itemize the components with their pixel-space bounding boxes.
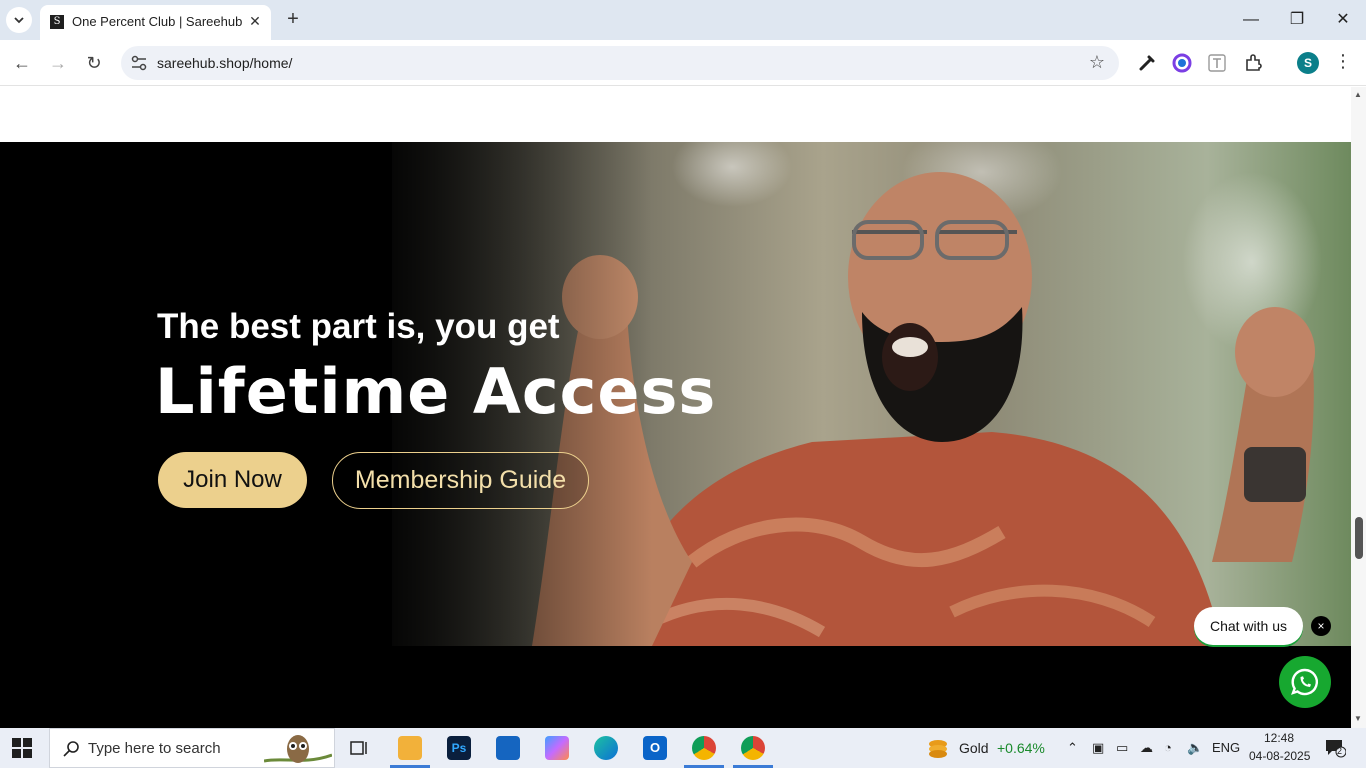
- network-adapter-icon[interactable]: ▭: [1116, 740, 1128, 756]
- restore-button[interactable]: ❐: [1282, 8, 1312, 32]
- clock-date[interactable]: 04-08-2025: [1249, 749, 1310, 763]
- hero-title: Lifetime Access: [155, 355, 717, 428]
- browser-menu-icon[interactable]: ⋮: [1334, 51, 1352, 72]
- address-bar[interactable]: sareehub.shop/home/ ☆: [121, 46, 1119, 80]
- join-now-button[interactable]: Join Now: [158, 452, 307, 508]
- windows-taskbar: Type here to search Ps O Gold +0.64% ⌃ ▣…: [0, 728, 1366, 768]
- notification-count: 2: [1337, 746, 1343, 756]
- chrome-profile-1-icon[interactable]: [692, 736, 716, 760]
- minimize-button[interactable]: —: [1236, 8, 1266, 32]
- whatsapp-icon: [1291, 668, 1318, 696]
- hero-subtitle: The best part is, you get: [157, 307, 560, 346]
- new-tab-button[interactable]: +: [282, 8, 304, 30]
- language-indicator[interactable]: ENG: [1212, 740, 1240, 755]
- taskbar-search-box[interactable]: Type here to search: [49, 728, 335, 768]
- scroll-thumb[interactable]: [1355, 517, 1363, 559]
- notification-center-icon[interactable]: 2: [1324, 738, 1347, 758]
- scroll-up-arrow-icon[interactable]: ▲: [1354, 90, 1362, 99]
- file-explorer-icon[interactable]: [398, 736, 422, 760]
- site-settings-icon[interactable]: [129, 53, 149, 73]
- clock-time[interactable]: 12:48: [1264, 731, 1294, 745]
- tab-search-button[interactable]: [6, 7, 32, 33]
- tab-strip: S One Percent Club | Sareehub ✕ + — ❐ ✕: [0, 0, 1366, 40]
- browser-tab[interactable]: S One Percent Club | Sareehub ✕: [40, 5, 271, 40]
- extensions-puzzle-icon[interactable]: [1243, 52, 1265, 74]
- reload-button[interactable]: ↻: [82, 51, 106, 75]
- browser-toolbar: ← → ↻ sareehub.shop/home/ ☆ S ⋮: [0, 40, 1366, 86]
- profile-avatar[interactable]: S: [1297, 52, 1319, 74]
- taskbar-search-placeholder: Type here to search: [88, 740, 221, 757]
- whatsapp-button[interactable]: [1279, 656, 1331, 708]
- page-viewport: The best part is, you get Lifetime Acces…: [0, 87, 1351, 728]
- microsoft-store-icon[interactable]: [496, 736, 520, 760]
- chat-with-us-bubble[interactable]: Chat with us: [1194, 607, 1303, 645]
- onedrive-icon[interactable]: ☁: [1140, 740, 1153, 756]
- copilot-icon[interactable]: [545, 736, 569, 760]
- chat-close-icon[interactable]: ×: [1311, 616, 1331, 636]
- photoshop-icon[interactable]: Ps: [447, 736, 471, 760]
- widget-label: Gold: [959, 740, 989, 756]
- windows-start-icon[interactable]: [12, 738, 32, 758]
- tab-close-icon[interactable]: ✕: [247, 13, 263, 29]
- color-extension-icon[interactable]: [1171, 52, 1193, 74]
- outlook-icon[interactable]: O: [643, 736, 667, 760]
- eyedropper-extension-icon[interactable]: [1136, 52, 1158, 74]
- widget-value: +0.64%: [997, 740, 1045, 756]
- page-header-spacer: [0, 87, 1351, 142]
- hero-section: The best part is, you get Lifetime Acces…: [0, 142, 1351, 646]
- meet-now-icon[interactable]: ▣: [1092, 740, 1104, 756]
- close-window-button[interactable]: ✕: [1328, 8, 1358, 32]
- tab-title: One Percent Club | Sareehub: [72, 14, 243, 29]
- scroll-down-arrow-icon[interactable]: ▼: [1354, 714, 1362, 723]
- page-scrollbar[interactable]: ▲ ▼: [1351, 87, 1366, 728]
- show-hidden-icons-chevron-icon[interactable]: ⌃: [1067, 740, 1078, 756]
- gold-coins-icon[interactable]: [926, 736, 950, 760]
- owl-decoration-icon: [264, 735, 332, 763]
- text-extension-icon[interactable]: [1206, 52, 1228, 74]
- volume-icon[interactable]: 🔈: [1187, 740, 1203, 756]
- edge-icon[interactable]: [594, 736, 618, 760]
- chevron-down-icon: [14, 17, 24, 24]
- chrome-profile-2-icon[interactable]: [741, 736, 765, 760]
- site-favicon-icon: S: [50, 15, 64, 29]
- back-button[interactable]: ←: [10, 51, 34, 75]
- membership-guide-button[interactable]: Membership Guide: [332, 452, 589, 509]
- search-icon: [63, 741, 79, 757]
- forward-button[interactable]: →: [46, 51, 70, 75]
- bookmark-star-icon[interactable]: ☆: [1089, 52, 1105, 73]
- wifi-icon[interactable]: ◔: [1164, 740, 1172, 755]
- task-view-icon[interactable]: [348, 736, 372, 760]
- url-text: sareehub.shop/home/: [157, 55, 293, 71]
